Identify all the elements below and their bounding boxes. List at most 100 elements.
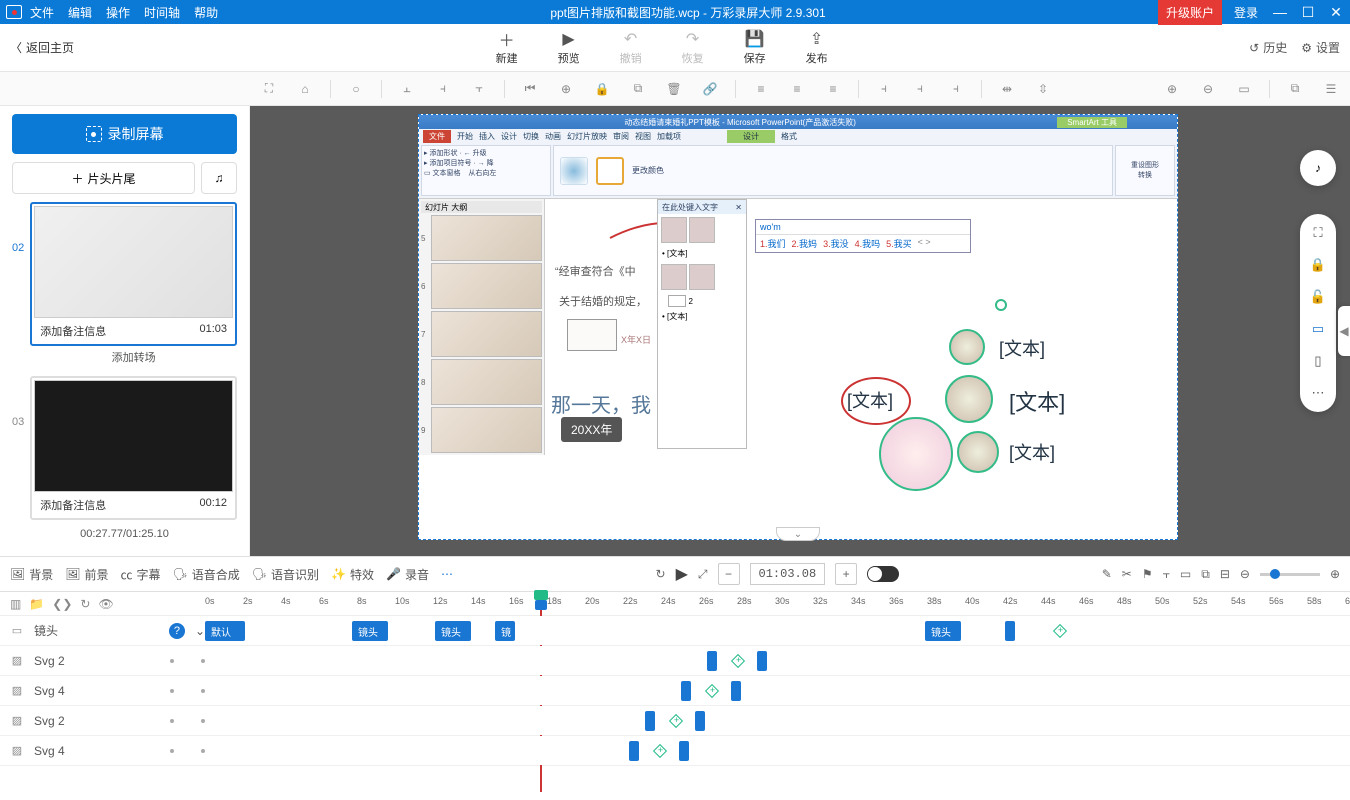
scene-note[interactable]: 添加备注信息 xyxy=(40,323,106,339)
folder-icon[interactable]: 📁 xyxy=(29,597,44,611)
record-screen-button[interactable]: 录制屏幕 xyxy=(12,114,237,154)
upgrade-button[interactable]: 升级账户 xyxy=(1158,0,1222,25)
fit-icon[interactable]: ▭ xyxy=(1233,78,1255,100)
zoom-out-icon[interactable]: ⊖ xyxy=(1240,567,1250,581)
record-audio-button[interactable]: 🎤录音 xyxy=(386,566,429,583)
tts-button[interactable]: 🗣语音合成 xyxy=(173,566,240,583)
circle-icon[interactable]: ○ xyxy=(345,78,367,100)
time-ruler[interactable]: ▥ 📁 ❮❯ ↻ 👁 0s2s4s6s8s10s12s14s16s18s20s2… xyxy=(0,592,1350,616)
home-icon[interactable]: ⌂ xyxy=(294,78,316,100)
replay-icon[interactable]: ↻ xyxy=(656,567,666,581)
cut-icon[interactable]: ✂ xyxy=(1122,567,1132,581)
clip-shot[interactable]: 镜 xyxy=(495,621,515,641)
link-icon[interactable]: 🔗 xyxy=(699,78,721,100)
zoom-in-icon[interactable]: ⊕ xyxy=(1330,567,1340,581)
clip-segment[interactable] xyxy=(757,651,767,671)
crosshair-icon[interactable]: ⊕ xyxy=(555,78,577,100)
fullscreen-icon[interactable]: ⛶ xyxy=(1309,224,1327,242)
menu-timeline[interactable]: 时间轴 xyxy=(144,4,180,21)
right-panel-toggle[interactable]: ◀ xyxy=(1338,306,1350,356)
timecode-display[interactable]: 01:03.08 xyxy=(750,563,826,585)
align-left-icon[interactable]: ≡ xyxy=(750,78,772,100)
clip-shot[interactable]: 镜头 xyxy=(352,621,388,641)
new-button[interactable]: ＋新建 xyxy=(496,30,518,66)
more-tools-button[interactable]: ⋯ xyxy=(441,567,453,581)
minimize-button[interactable]: — xyxy=(1266,0,1294,24)
clip-segment[interactable] xyxy=(695,711,705,731)
fx-button[interactable]: ✨特效 xyxy=(331,566,374,583)
redo-icon[interactable]: ↻ xyxy=(80,597,90,611)
align-right-icon[interactable]: ≡ xyxy=(822,78,844,100)
split-icon[interactable]: ⫟ xyxy=(1163,567,1170,582)
clip-segment[interactable] xyxy=(681,681,691,701)
settings-button[interactable]: ⚙设置 xyxy=(1301,39,1340,56)
snap-toggle[interactable] xyxy=(867,566,899,582)
clip-segment[interactable] xyxy=(707,651,717,671)
lock-filled-icon[interactable]: 🔒 xyxy=(1309,256,1327,274)
login-button[interactable]: 登录 xyxy=(1226,0,1266,25)
menu-edit[interactable]: 编辑 xyxy=(68,4,92,21)
clip-segment[interactable] xyxy=(731,681,741,701)
spread-h-icon[interactable]: ⇹ xyxy=(996,78,1018,100)
add-keyframe-button[interactable] xyxy=(669,714,683,728)
add-keyframe-button[interactable] xyxy=(705,684,719,698)
eye-icon[interactable]: 👁 xyxy=(98,597,113,611)
subtitle-button[interactable]: ㏄字幕 xyxy=(121,566,161,583)
add-transition-button[interactable]: 添加转场 xyxy=(30,346,237,368)
delete-icon[interactable]: 🗑 xyxy=(663,78,685,100)
clip-shot[interactable]: 镜头 xyxy=(435,621,471,641)
play-icon[interactable]: ▶ xyxy=(676,564,688,584)
back-home-button[interactable]: 〈 返回主页 xyxy=(10,39,74,56)
scene-card-03[interactable]: 添加备注信息00:12 xyxy=(30,376,237,520)
marker-icon[interactable]: ⚑ xyxy=(1142,567,1153,581)
skip-start-icon[interactable]: ⏮ xyxy=(519,78,541,100)
menu-help[interactable]: 帮助 xyxy=(194,4,218,21)
layers-icon[interactable]: ☰ xyxy=(1320,78,1342,100)
dist-h-icon[interactable]: ⫞ xyxy=(873,78,895,100)
canvas-expand-tab[interactable]: ⌄ xyxy=(776,527,820,541)
desktop-icon[interactable]: ▭ xyxy=(1309,320,1327,338)
chevron-down-icon[interactable]: ⌄ xyxy=(195,624,205,638)
menu-file[interactable]: 文件 xyxy=(30,4,54,21)
redo-button[interactable]: ↷恢复 xyxy=(682,30,704,66)
mobile-icon[interactable]: ▯ xyxy=(1309,352,1327,370)
add-keyframe-button[interactable] xyxy=(1053,624,1067,638)
zoom-out-icon[interactable]: ⊖ xyxy=(1197,78,1219,100)
code-icon[interactable]: ❮❯ xyxy=(52,597,72,611)
unlock-icon[interactable]: 🔓 xyxy=(1309,288,1327,306)
background-button[interactable]: 🖼背景 xyxy=(10,566,53,583)
dist-v-icon[interactable]: ⫞ xyxy=(909,78,931,100)
floating-music-button[interactable]: ♪ xyxy=(1300,150,1336,186)
align-middle-icon[interactable]: ⫞ xyxy=(432,78,454,100)
more-icon[interactable]: ⋯ xyxy=(1309,384,1327,402)
clip-default[interactable]: 默认 xyxy=(205,621,245,641)
history-button[interactable]: ↺历史 xyxy=(1249,39,1287,56)
spread-v-icon[interactable]: ⇳ xyxy=(1032,78,1054,100)
align-v-icon[interactable]: ⫞ xyxy=(945,78,967,100)
align-top-icon[interactable]: ⫠ xyxy=(396,78,418,100)
asr-button[interactable]: 🗣语音识别 xyxy=(252,566,319,583)
preview-button[interactable]: ▶预览 xyxy=(558,30,580,66)
music-button[interactable]: ♫ xyxy=(201,162,237,194)
add-keyframe-button[interactable] xyxy=(653,744,667,758)
scene-card-02[interactable]: 添加备注信息01:03 xyxy=(30,202,237,346)
align-center-h-icon[interactable]: ≡ xyxy=(786,78,808,100)
foreground-button[interactable]: 🖼前景 xyxy=(65,566,108,583)
edit-icon[interactable]: ✎ xyxy=(1102,567,1112,581)
panels-icon[interactable]: ⧉ xyxy=(1284,78,1306,100)
frame-icon[interactable]: ⧉ xyxy=(1201,567,1210,582)
help-icon[interactable]: ? xyxy=(169,623,185,639)
time-minus-button[interactable]: − xyxy=(718,563,740,585)
add-track-icon[interactable]: ▥ xyxy=(10,597,21,611)
clip-segment[interactable] xyxy=(645,711,655,731)
crop-icon[interactable]: ▭ xyxy=(1180,567,1191,581)
zoom-in-icon[interactable]: ⊕ xyxy=(1161,78,1183,100)
head-tail-button[interactable]: ＋片头片尾 xyxy=(12,162,195,194)
scene-note[interactable]: 添加备注信息 xyxy=(40,497,106,513)
canvas-viewport[interactable]: 动态结婚请柬婚礼PPT模板 - Microsoft PowerPoint(产品激… xyxy=(250,106,1350,556)
add-keyframe-button[interactable] xyxy=(731,654,745,668)
clip-segment[interactable] xyxy=(679,741,689,761)
save-button[interactable]: 💾保存 xyxy=(744,30,766,66)
copy-icon[interactable]: ⧉ xyxy=(627,78,649,100)
crop-icon[interactable]: ⛶ xyxy=(258,78,280,100)
